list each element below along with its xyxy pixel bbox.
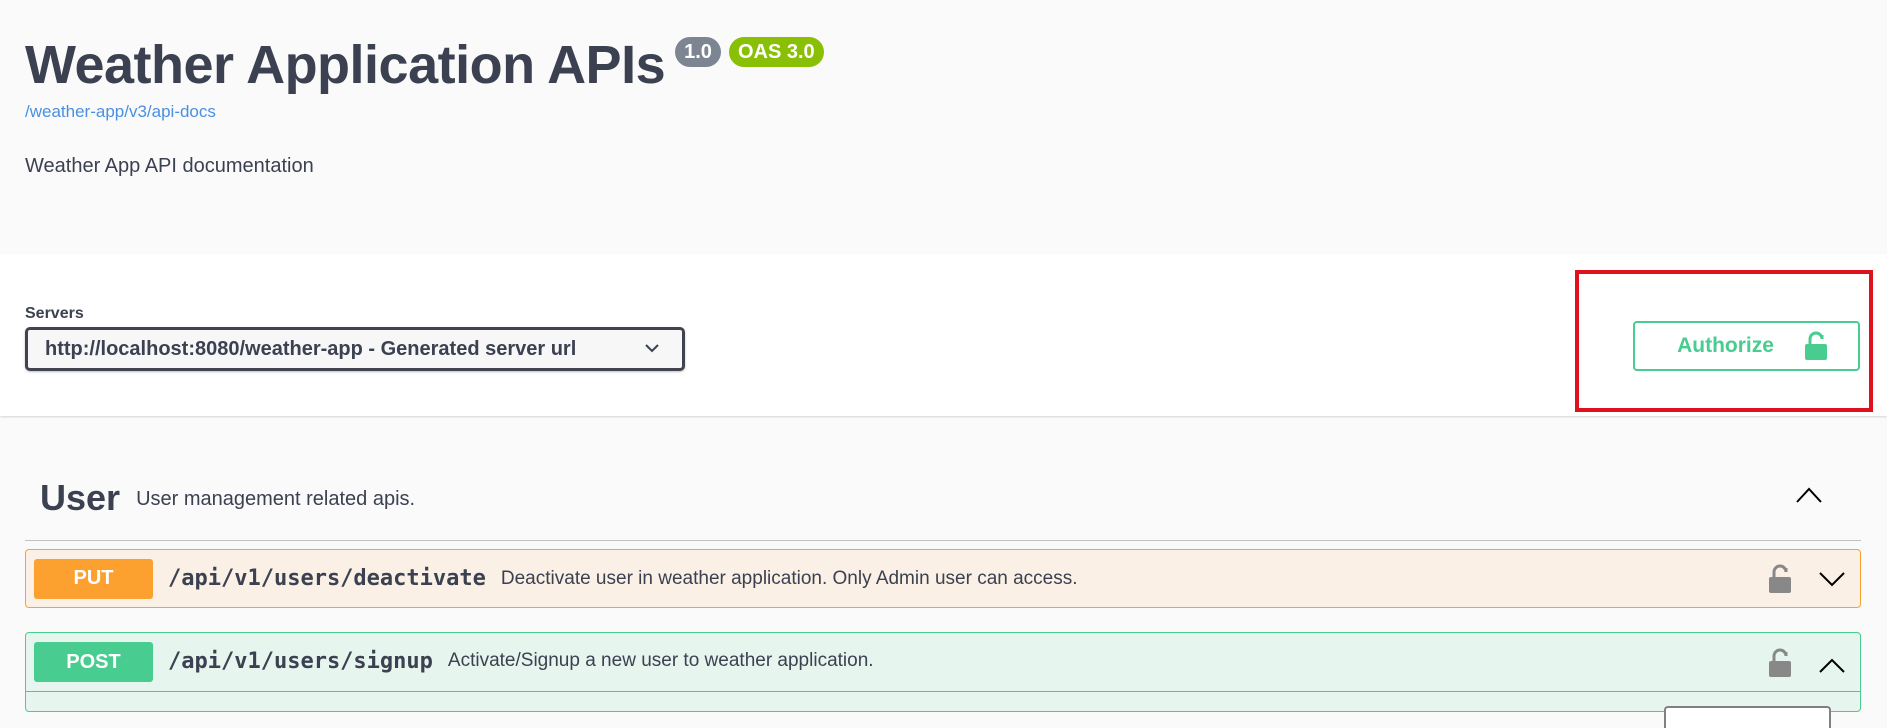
version-badge: 1.0 <box>675 37 721 67</box>
chevron-down-icon <box>645 344 659 353</box>
method-badge: PUT <box>34 558 153 599</box>
opblock-post-signup[interactable]: POST /api/v1/users/signup Activate/Signu… <box>25 632 1861 728</box>
operation-summary: Activate/Signup a new user to weather ap… <box>447 650 874 671</box>
operation-path: /api/v1/users/deactivate <box>168 566 486 591</box>
chevron-down-icon[interactable] <box>1818 570 1846 588</box>
unlock-icon <box>1804 331 1827 360</box>
tag-section-user: User User management related apis. PUT /… <box>25 455 1861 728</box>
lock-icon[interactable] <box>1768 648 1792 678</box>
tag-name: User <box>40 476 121 518</box>
scheme-container: Servers http://localhost:8080/weather-ap… <box>0 254 1887 416</box>
oas-badge: OAS 3.0 <box>728 37 824 67</box>
servers-label: Servers <box>25 305 84 322</box>
authorize-label: Authorize <box>1677 334 1774 357</box>
chevron-up-icon[interactable] <box>1818 657 1846 675</box>
api-description: Weather App API documentation <box>25 155 314 177</box>
operation-path: /api/v1/users/signup <box>168 649 433 674</box>
api-docs-link[interactable]: /weather-app/v3/api-docs <box>25 102 824 122</box>
method-badge: POST <box>34 642 153 682</box>
chevron-up-icon[interactable] <box>1795 485 1823 505</box>
page-title: Weather Application APIs <box>25 35 666 95</box>
server-select-value: http://localhost:8080/weather-app - Gene… <box>45 337 577 360</box>
try-it-out-button[interactable] <box>1664 706 1831 728</box>
server-select[interactable]: http://localhost:8080/weather-app - Gene… <box>25 327 685 371</box>
tag-description: User management related apis. <box>136 488 416 510</box>
tag-header[interactable]: User User management related apis. <box>25 455 1861 541</box>
opblock-put-deactivate[interactable]: PUT /api/v1/users/deactivate Deactivate … <box>25 549 1861 608</box>
title-row: Weather Application APIs 1.0 OAS 3.0 <box>25 30 824 100</box>
opblock-divider <box>26 691 1860 692</box>
lock-icon[interactable] <box>1768 564 1792 594</box>
authorize-button[interactable]: Authorize <box>1633 321 1860 371</box>
operation-summary: Deactivate user in weather application. … <box>500 567 1078 589</box>
api-info: Weather Application APIs 1.0 OAS 3.0 /we… <box>25 30 824 178</box>
